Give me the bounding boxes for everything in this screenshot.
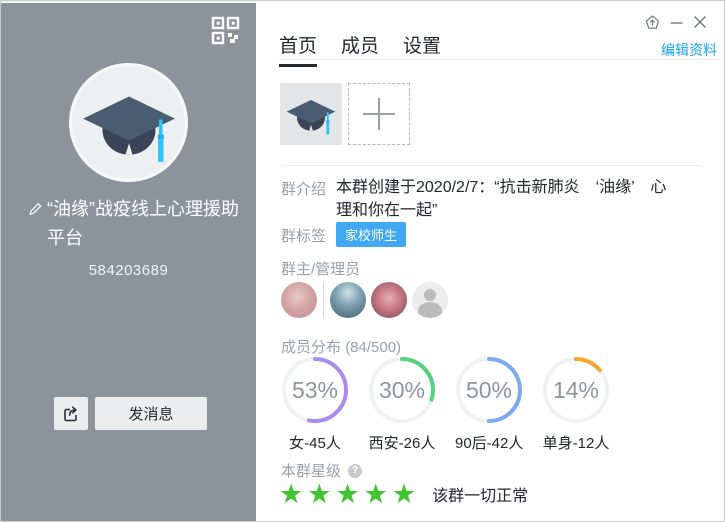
donut-percent: 53%	[281, 356, 349, 424]
share-button[interactable]	[54, 397, 88, 430]
qr-code-icon[interactable]	[210, 15, 240, 45]
star-icon: ★	[307, 479, 331, 509]
close-icon[interactable]	[688, 11, 712, 33]
edit-name-pencil-icon[interactable]	[27, 201, 43, 217]
tab-settings[interactable]: 设置	[403, 31, 441, 67]
group-profile-window: “油缘”战疫线上心理援助平台 584203689 发消息	[0, 0, 725, 522]
donut-chart: 50% 90后-42人	[455, 356, 523, 453]
plus-icon	[360, 95, 398, 133]
admins-label: 群主/管理员	[281, 258, 360, 279]
donut-chart: 30% 西安-26人	[368, 356, 436, 453]
admins-row	[281, 282, 453, 318]
help-icon[interactable]: ?	[348, 464, 362, 478]
admin-avatar-default[interactable]	[412, 282, 448, 318]
donut-label: 90后-42人	[455, 432, 523, 453]
donut-chart: 14% 单身-12人	[542, 356, 610, 453]
admin-avatar[interactable]	[371, 282, 407, 318]
rating-label: 本群星级	[281, 460, 341, 481]
rating-status-text: 该群一切正常	[432, 482, 528, 506]
edit-profile-link[interactable]: 编辑资料	[661, 40, 717, 60]
donut-percent: 30%	[368, 356, 436, 424]
group-tag[interactable]: 家校师生	[336, 222, 406, 247]
group-avatar[interactable]	[69, 63, 188, 182]
tabs-divider	[279, 59, 719, 60]
tab-members[interactable]: 成员	[341, 31, 379, 67]
star-icon: ★	[364, 479, 388, 509]
star-rating: ★★★★★	[279, 479, 420, 509]
intro-label: 群介绍	[281, 178, 326, 199]
distribution-label: 成员分布 (84/500)	[281, 336, 401, 357]
donut-label: 西安-26人	[368, 432, 436, 453]
donut-percent: 14%	[542, 356, 610, 424]
intro-text: 本群创建于2020/2/7：“抗击新肺炎 ‘油缘’ 心理和你在一起”	[336, 176, 670, 222]
rating-row: ★★★★★ 该群一切正常	[279, 479, 528, 509]
group-id: 584203689	[1, 262, 256, 279]
donut-percent: 50%	[455, 356, 523, 424]
donut-label: 女-45人	[281, 432, 349, 453]
member-distribution-charts: 53% 女-45人 30% 西安-26人 50% 90后-42	[281, 356, 629, 453]
person-silhouette-icon	[424, 289, 436, 301]
donut-chart: 53% 女-45人	[281, 356, 349, 453]
send-message-button[interactable]: 发消息	[95, 397, 207, 430]
tab-home[interactable]: 首页	[279, 31, 317, 67]
star-icon: ★	[279, 479, 303, 509]
pin-to-top-icon[interactable]	[640, 11, 664, 33]
tags-label: 群标签	[281, 225, 326, 246]
sidebar-actions: 发消息	[54, 397, 207, 430]
window-controls	[640, 11, 712, 33]
admin-avatar[interactable]	[330, 282, 366, 318]
add-avatar-button[interactable]	[348, 83, 410, 145]
star-icon: ★	[392, 479, 416, 509]
owner-avatar[interactable]	[281, 282, 317, 318]
share-forward-icon	[61, 404, 81, 424]
group-avatar-thumbnail[interactable]	[280, 83, 342, 145]
star-icon: ★	[335, 479, 359, 509]
group-name: “油缘”战疫线上心理援助平台	[47, 195, 247, 253]
sidebar: “油缘”战疫线上心理援助平台 584203689 发消息	[1, 1, 256, 521]
section-divider	[281, 165, 701, 166]
tab-bar: 首页 成员 设置	[279, 31, 441, 67]
minimize-icon[interactable]	[664, 11, 688, 33]
owner-admin-separator	[323, 283, 324, 317]
rating-label-row: 本群星级 ?	[281, 460, 362, 481]
donut-label: 单身-12人	[542, 432, 610, 453]
